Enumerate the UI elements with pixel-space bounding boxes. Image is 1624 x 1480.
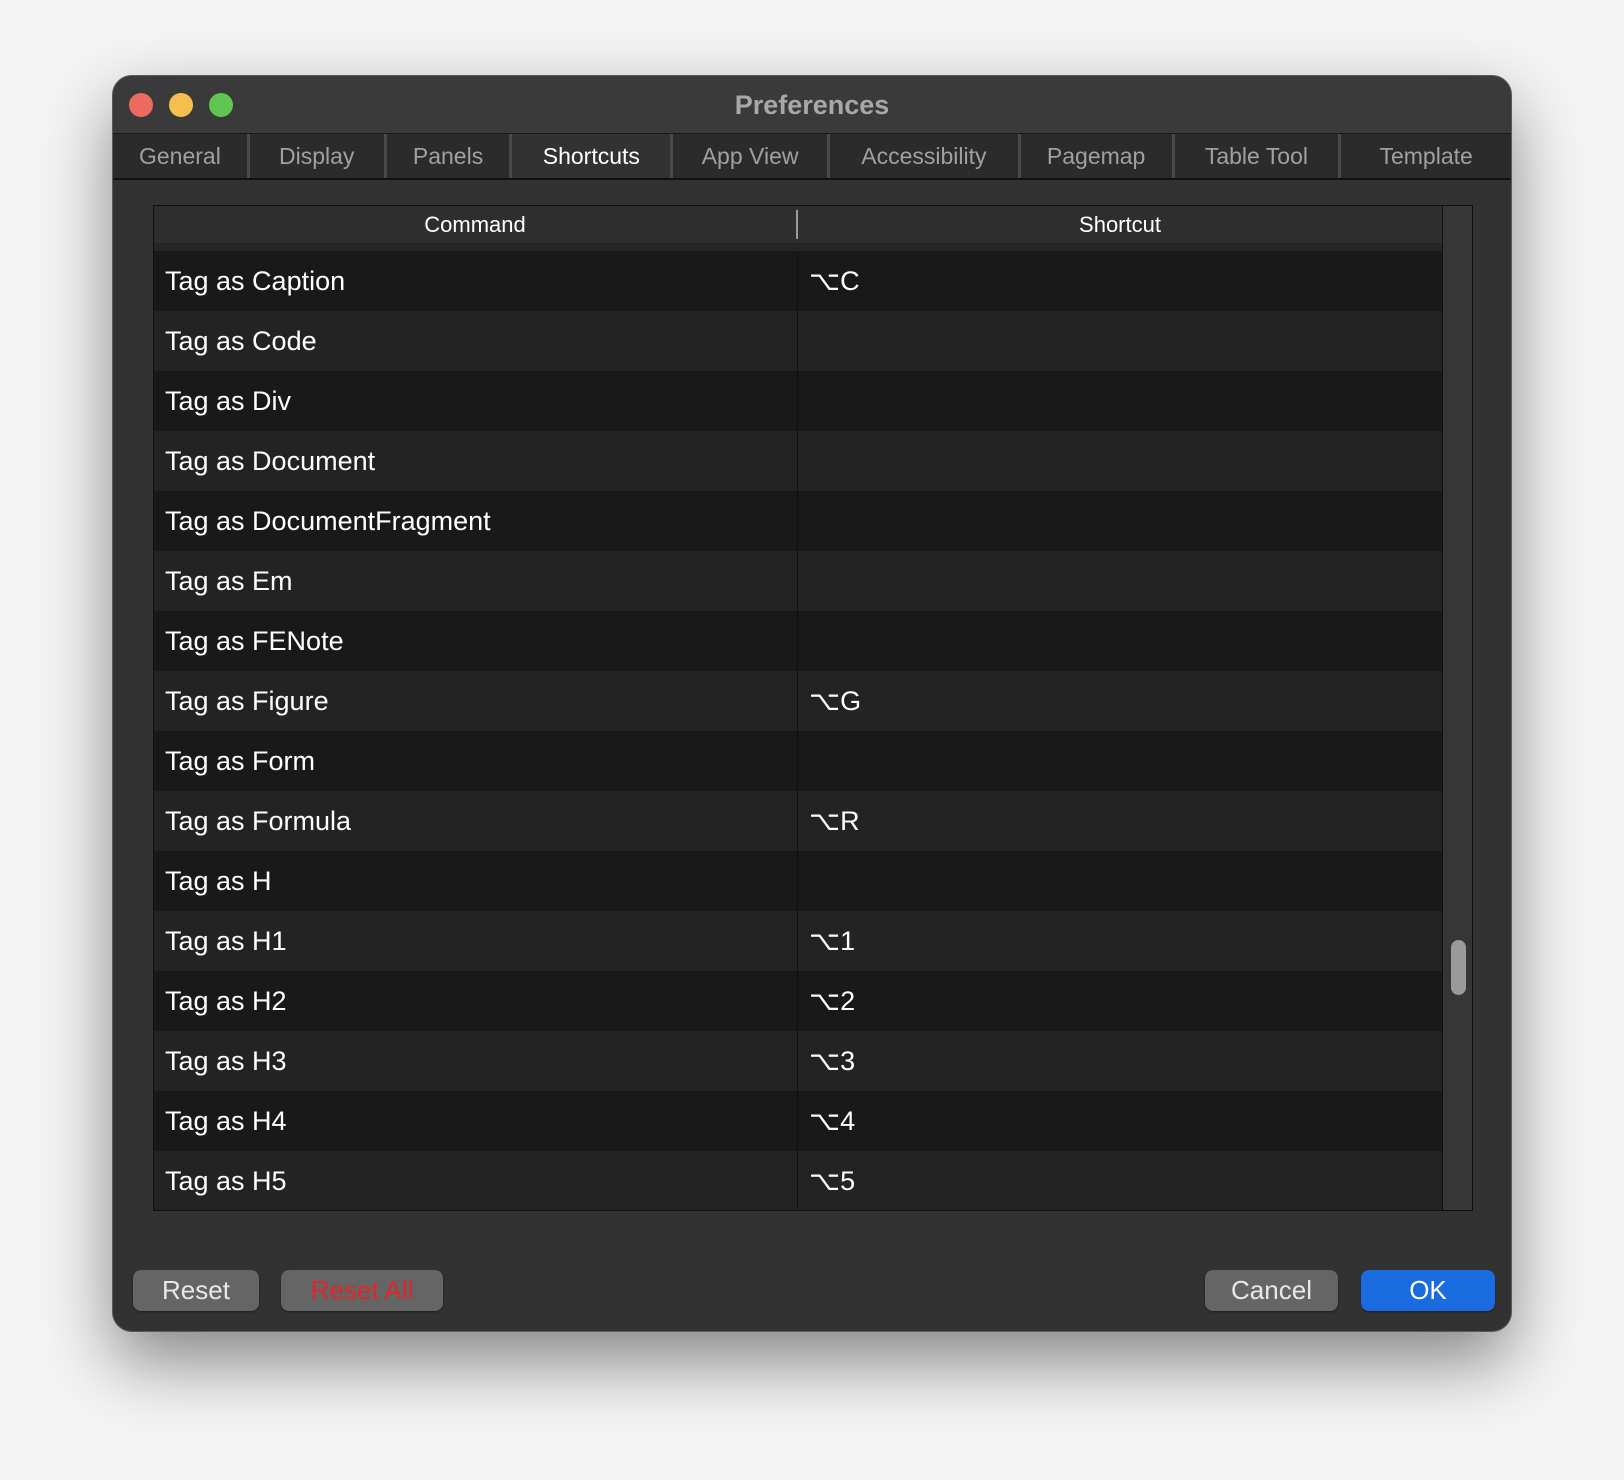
command-cell: Tag as Code bbox=[154, 311, 798, 371]
table-row[interactable]: Tag as H2 ⌥2 bbox=[154, 971, 1444, 1031]
shortcut-cell[interactable] bbox=[798, 551, 1444, 611]
cancel-button[interactable]: Cancel bbox=[1205, 1270, 1338, 1311]
command-cell: Tag as H2 bbox=[154, 971, 798, 1031]
tab-display[interactable]: Display bbox=[249, 134, 387, 178]
table-row[interactable]: Tag as Formula ⌥R bbox=[154, 791, 1444, 851]
table-row[interactable]: Tag as DocumentFragment bbox=[154, 491, 1444, 551]
command-cell: Tag as Caption bbox=[154, 251, 798, 311]
shortcut-cell[interactable]: ⌥3 bbox=[798, 1031, 1444, 1091]
table-row[interactable]: Tag as H3 ⌥3 bbox=[154, 1031, 1444, 1091]
column-header-shortcut[interactable]: Shortcut bbox=[798, 210, 1444, 239]
command-cell: Tag as FENote bbox=[154, 611, 798, 671]
command-cell: Tag as H3 bbox=[154, 1031, 798, 1091]
shortcut-cell[interactable]: ⌥1 bbox=[798, 911, 1444, 971]
tab-panels[interactable]: Panels bbox=[386, 134, 513, 178]
command-cell: Tag as Figure bbox=[154, 671, 798, 731]
table-row[interactable]: Tag as Code bbox=[154, 311, 1444, 371]
ok-button[interactable]: OK bbox=[1361, 1270, 1495, 1311]
shortcut-cell[interactable] bbox=[798, 851, 1444, 911]
table-row[interactable]: Tag as Figure ⌥G bbox=[154, 671, 1444, 731]
shortcut-cell[interactable]: ⌥R bbox=[798, 791, 1444, 851]
shortcut-cell[interactable]: ⌥G bbox=[798, 671, 1444, 731]
command-cell: Tag as H bbox=[154, 851, 798, 911]
reset-all-button[interactable]: Reset All bbox=[281, 1270, 443, 1311]
table-row[interactable]: Tag as FENote bbox=[154, 611, 1444, 671]
command-cell: Tag as Em bbox=[154, 551, 798, 611]
table-row[interactable]: Tag as Em bbox=[154, 551, 1444, 611]
command-cell: Tag as H4 bbox=[154, 1091, 798, 1151]
command-cell: Tag as Formula bbox=[154, 791, 798, 851]
command-cell: Tag as H5 bbox=[154, 1151, 798, 1210]
reset-button[interactable]: Reset bbox=[133, 1270, 259, 1311]
table-row[interactable]: Tag as H4 ⌥4 bbox=[154, 1091, 1444, 1151]
shortcut-cell[interactable] bbox=[798, 611, 1444, 671]
shortcut-cell[interactable]: ⌥5 bbox=[798, 1151, 1444, 1210]
table-row[interactable]: Tag as Form bbox=[154, 731, 1444, 791]
shortcut-cell[interactable]: ⌥C bbox=[798, 251, 1444, 311]
scrollbar-thumb[interactable] bbox=[1451, 940, 1466, 995]
title-bar: Preferences bbox=[113, 76, 1511, 134]
shortcut-cell[interactable] bbox=[798, 731, 1444, 791]
table-row[interactable]: Tag as H1 ⌥1 bbox=[154, 911, 1444, 971]
tab-bar: General Display Panels Shortcuts App View Acc… bbox=[113, 134, 1511, 180]
table-row[interactable]: Tag as Document bbox=[154, 431, 1444, 491]
table-header: Command Shortcut bbox=[154, 206, 1444, 251]
table-row[interactable]: Tag as H5 ⌥5 bbox=[154, 1151, 1444, 1210]
window-title: Preferences bbox=[734, 90, 890, 120]
tab-table-tool[interactable]: Table Tool bbox=[1174, 134, 1342, 178]
shortcut-cell[interactable] bbox=[798, 431, 1444, 491]
tab-general[interactable]: General bbox=[113, 134, 250, 178]
tab-template[interactable]: Template bbox=[1341, 134, 1511, 178]
table-row[interactable]: Tag as Div bbox=[154, 371, 1444, 431]
command-cell: Tag as Document bbox=[154, 431, 798, 491]
command-cell: Tag as Div bbox=[154, 371, 798, 431]
shortcut-cell[interactable] bbox=[798, 311, 1444, 371]
shortcut-cell[interactable]: ⌥4 bbox=[798, 1091, 1444, 1151]
table-row[interactable]: Tag as Caption ⌥C bbox=[154, 251, 1444, 311]
shortcut-cell[interactable] bbox=[798, 491, 1444, 551]
tab-pagemap[interactable]: Pagemap bbox=[1020, 134, 1175, 178]
command-cell: Tag as H1 bbox=[154, 911, 798, 971]
preferences-window: Preferences General Display Panels Shortcut… bbox=[112, 75, 1512, 1332]
column-header-command[interactable]: Command bbox=[154, 210, 798, 239]
tab-app-view[interactable]: App View bbox=[673, 134, 830, 178]
table-row[interactable]: Tag as H bbox=[154, 851, 1444, 911]
tab-shortcuts[interactable]: Shortcuts bbox=[512, 134, 674, 178]
vertical-scrollbar[interactable] bbox=[1442, 206, 1472, 1210]
tab-accessibility[interactable]: Accessibility bbox=[830, 134, 1021, 178]
shortcuts-table: Command Shortcut Tag as Caption ⌥C Tag as … bbox=[153, 205, 1473, 1211]
shortcut-cell[interactable] bbox=[798, 371, 1444, 431]
shortcut-cell[interactable]: ⌥2 bbox=[798, 971, 1444, 1031]
command-cell: Tag as DocumentFragment bbox=[154, 491, 798, 551]
command-cell: Tag as Form bbox=[154, 731, 798, 791]
